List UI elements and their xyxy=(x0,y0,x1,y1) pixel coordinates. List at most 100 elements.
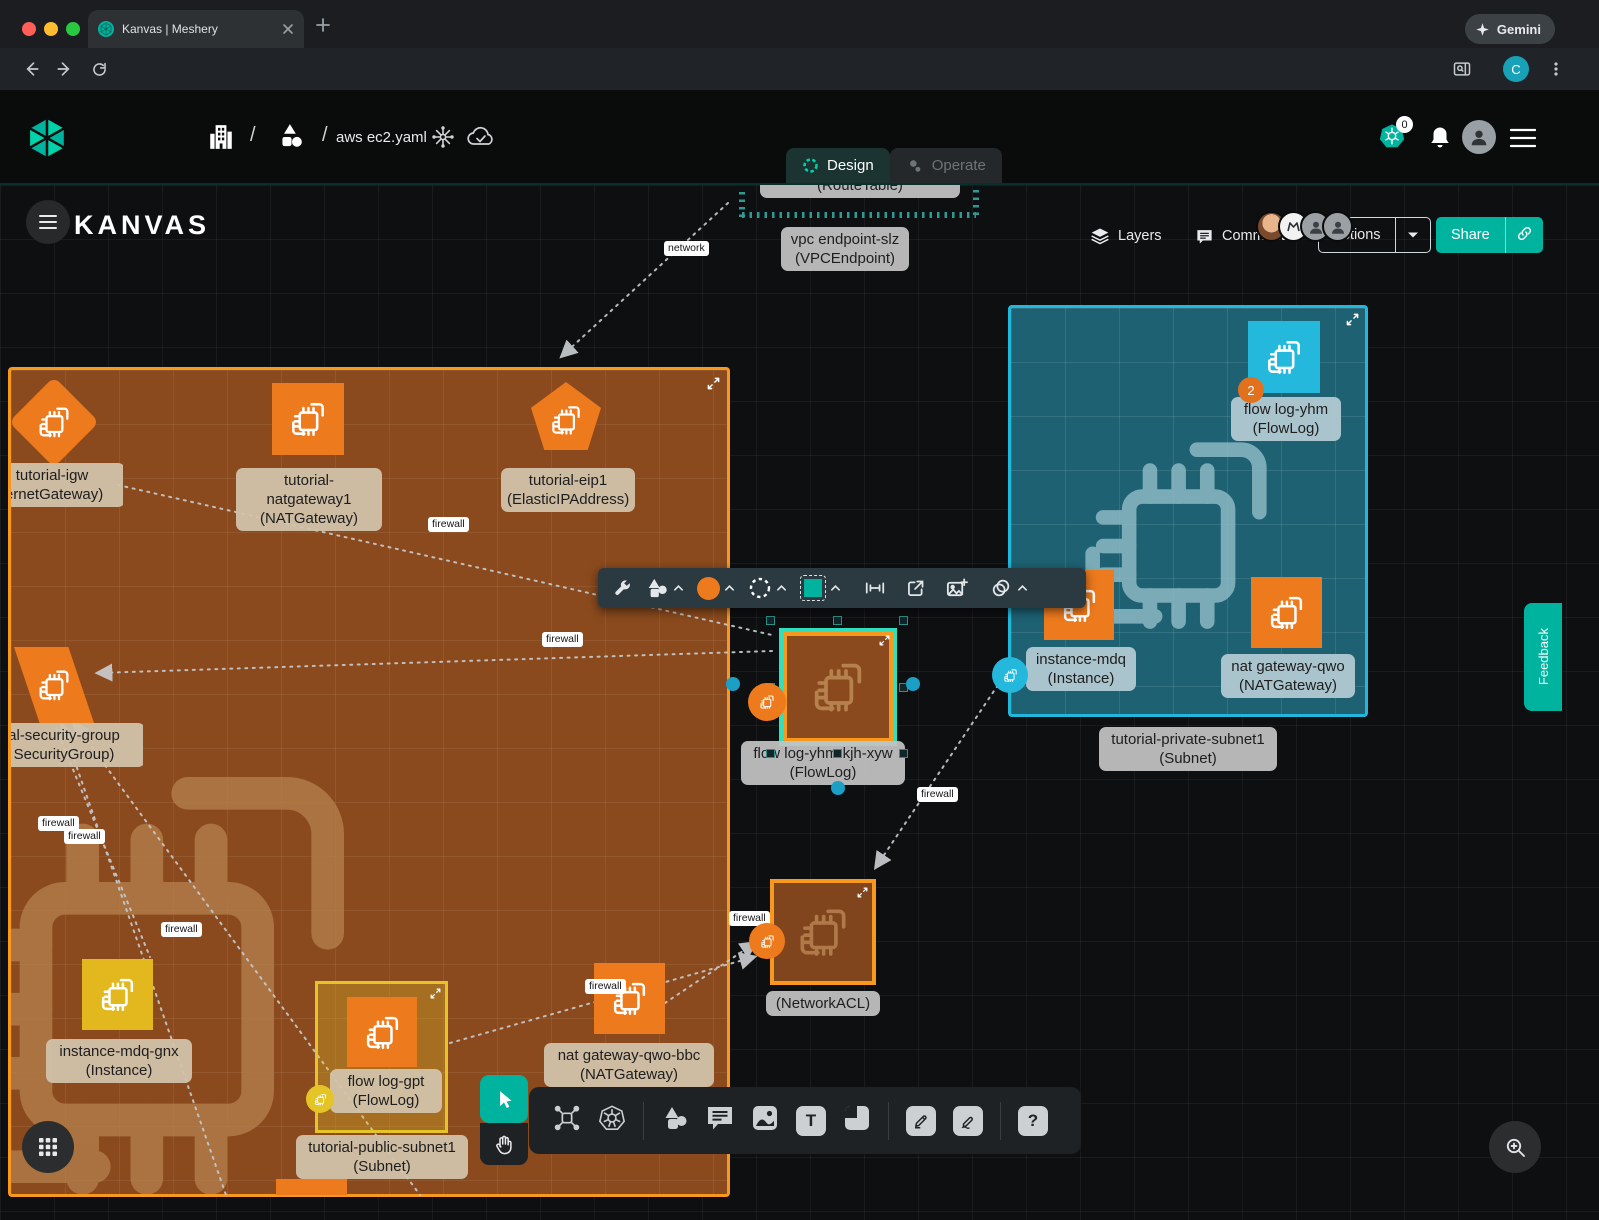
chevron-up-icon[interactable] xyxy=(830,584,841,592)
open-in-new-icon[interactable] xyxy=(905,578,926,599)
share-button[interactable]: Share xyxy=(1436,217,1543,253)
actions-dropdown-icon[interactable] xyxy=(1396,227,1430,243)
node-label: instance-mdq-gnx(Instance) xyxy=(46,1039,192,1083)
design-canvas[interactable]: (RouteTable) vpc endpoint-slz(VPCEndpoin… xyxy=(0,185,1599,1220)
chevron-up-icon[interactable] xyxy=(776,584,787,592)
teal-swatch[interactable] xyxy=(804,579,822,597)
shape-color-swatch[interactable] xyxy=(800,575,841,601)
tab-close-icon[interactable] xyxy=(282,23,294,35)
resize-icon[interactable] xyxy=(857,887,868,898)
chevron-up-icon[interactable] xyxy=(724,584,735,592)
text-tool[interactable]: T xyxy=(796,1106,826,1136)
text-tool-glyph: T xyxy=(806,1111,816,1131)
selection-handle[interactable] xyxy=(766,749,775,758)
extensions-icon[interactable] xyxy=(430,124,456,150)
rename-tool-icon[interactable] xyxy=(864,577,886,599)
header-menu-icon[interactable] xyxy=(1510,128,1536,148)
resize-icon[interactable] xyxy=(1346,313,1359,326)
resize-icon[interactable] xyxy=(430,988,441,999)
copy-link-icon[interactable] xyxy=(1506,225,1543,246)
connection-badge[interactable] xyxy=(748,683,786,721)
layers-button[interactable]: Layers xyxy=(1090,220,1162,252)
selection-handle[interactable] xyxy=(833,616,842,625)
edge-connector-dot[interactable] xyxy=(726,677,740,691)
window-minimize-button[interactable] xyxy=(44,22,58,36)
configure-tool-icon[interactable] xyxy=(612,578,632,598)
help-tool[interactable]: ? xyxy=(1018,1106,1048,1136)
node-flow-log-yhm-kjh-xyw[interactable] xyxy=(783,632,893,742)
mesh-component-tool[interactable] xyxy=(553,1104,581,1137)
back-button[interactable] xyxy=(14,59,48,79)
shapes-tool-icon[interactable] xyxy=(645,577,684,599)
image-tool[interactable] xyxy=(751,1104,779,1137)
collaborator-avatar[interactable] xyxy=(1322,211,1353,242)
kanvas-logo[interactable] xyxy=(26,117,68,159)
fill-color-swatch[interactable] xyxy=(697,577,735,600)
node-instance-mdq-gnx[interactable] xyxy=(82,959,153,1030)
forward-button[interactable] xyxy=(48,59,82,79)
window-maximize-button[interactable] xyxy=(66,22,80,36)
browser-menu-icon[interactable] xyxy=(1539,61,1573,77)
select-tool-button[interactable] xyxy=(480,1075,528,1123)
node-nat-gateway-qwo[interactable] xyxy=(1251,577,1322,648)
apps-grid-button[interactable] xyxy=(22,1121,74,1173)
selection-handle[interactable] xyxy=(766,616,775,625)
kubernetes-tool[interactable] xyxy=(598,1104,626,1137)
browser-tab[interactable]: Kanvas | Meshery xyxy=(88,10,304,48)
sidebar-search-icon[interactable] xyxy=(1445,59,1479,79)
connection-badge[interactable] xyxy=(749,923,785,959)
tab-operate[interactable]: Operate xyxy=(890,148,1002,183)
resize-icon[interactable] xyxy=(879,635,890,646)
node-flow-log-gpt[interactable] xyxy=(347,997,417,1067)
organization-icon[interactable] xyxy=(208,123,234,151)
color-dot[interactable] xyxy=(697,577,720,600)
node-tutorial-natgateway1[interactable] xyxy=(272,383,344,455)
sticky-note-tool[interactable] xyxy=(843,1104,871,1137)
tab-design[interactable]: Design xyxy=(786,148,890,183)
selection-handle[interactable] xyxy=(833,749,842,758)
gemini-button[interactable]: Gemini xyxy=(1465,14,1555,44)
feedback-tab[interactable]: Feedback xyxy=(1524,603,1562,711)
new-tab-button[interactable] xyxy=(316,18,330,32)
edge-label: firewall xyxy=(161,922,202,937)
selection-handle[interactable] xyxy=(899,749,908,758)
edge-connector-dot[interactable] xyxy=(906,677,920,691)
border-style-tool[interactable] xyxy=(748,576,787,600)
window-close-button[interactable] xyxy=(22,22,36,36)
profile-avatar[interactable]: C xyxy=(1503,56,1529,82)
node-nat-gateway-qwo-bbc[interactable] xyxy=(594,963,665,1034)
chip-icon xyxy=(361,1011,404,1054)
group-style-tool[interactable] xyxy=(989,577,1028,599)
workspace-icon[interactable] xyxy=(276,122,306,152)
connection-badge[interactable] xyxy=(992,657,1028,693)
pan-tool-button[interactable] xyxy=(480,1123,528,1165)
environment-badge[interactable]: 0 xyxy=(1378,122,1406,155)
pen-tool[interactable] xyxy=(906,1106,936,1136)
shapes-tool[interactable] xyxy=(661,1105,689,1136)
notifications-bell-icon[interactable] xyxy=(1428,125,1452,151)
meshery-favicon xyxy=(98,21,114,37)
chip-icon xyxy=(758,693,776,711)
canvas-menu-button[interactable] xyxy=(26,200,70,244)
edge-connector-dot[interactable] xyxy=(831,781,845,795)
collaborator-avatars[interactable] xyxy=(1265,211,1353,242)
chevron-up-icon[interactable] xyxy=(1017,584,1028,592)
add-image-icon[interactable] xyxy=(945,577,968,600)
annotation-tool[interactable] xyxy=(706,1105,734,1137)
node-flow-log-yhm-kjh-xyw-selection[interactable] xyxy=(779,628,897,746)
chip-icon xyxy=(759,933,776,950)
resize-icon[interactable] xyxy=(707,377,720,390)
node-label: flow log-gpt(FlowLog) xyxy=(330,1069,442,1113)
chevron-up-icon[interactable] xyxy=(673,584,684,592)
node-partial-bottom[interactable] xyxy=(276,1179,347,1195)
node-label: instance-mdq(Instance) xyxy=(1026,647,1136,691)
reload-button[interactable] xyxy=(82,60,116,79)
node-network-acl[interactable] xyxy=(770,879,876,985)
zoom-search-button[interactable] xyxy=(1489,1121,1541,1173)
design-file-name[interactable]: aws ec2.yaml xyxy=(336,129,427,146)
highlighter-tool[interactable] xyxy=(953,1106,983,1136)
connection-badge[interactable] xyxy=(306,1085,334,1113)
user-avatar[interactable] xyxy=(1462,120,1496,154)
cloud-sync-icon[interactable] xyxy=(466,125,496,149)
selection-handle[interactable] xyxy=(899,616,908,625)
